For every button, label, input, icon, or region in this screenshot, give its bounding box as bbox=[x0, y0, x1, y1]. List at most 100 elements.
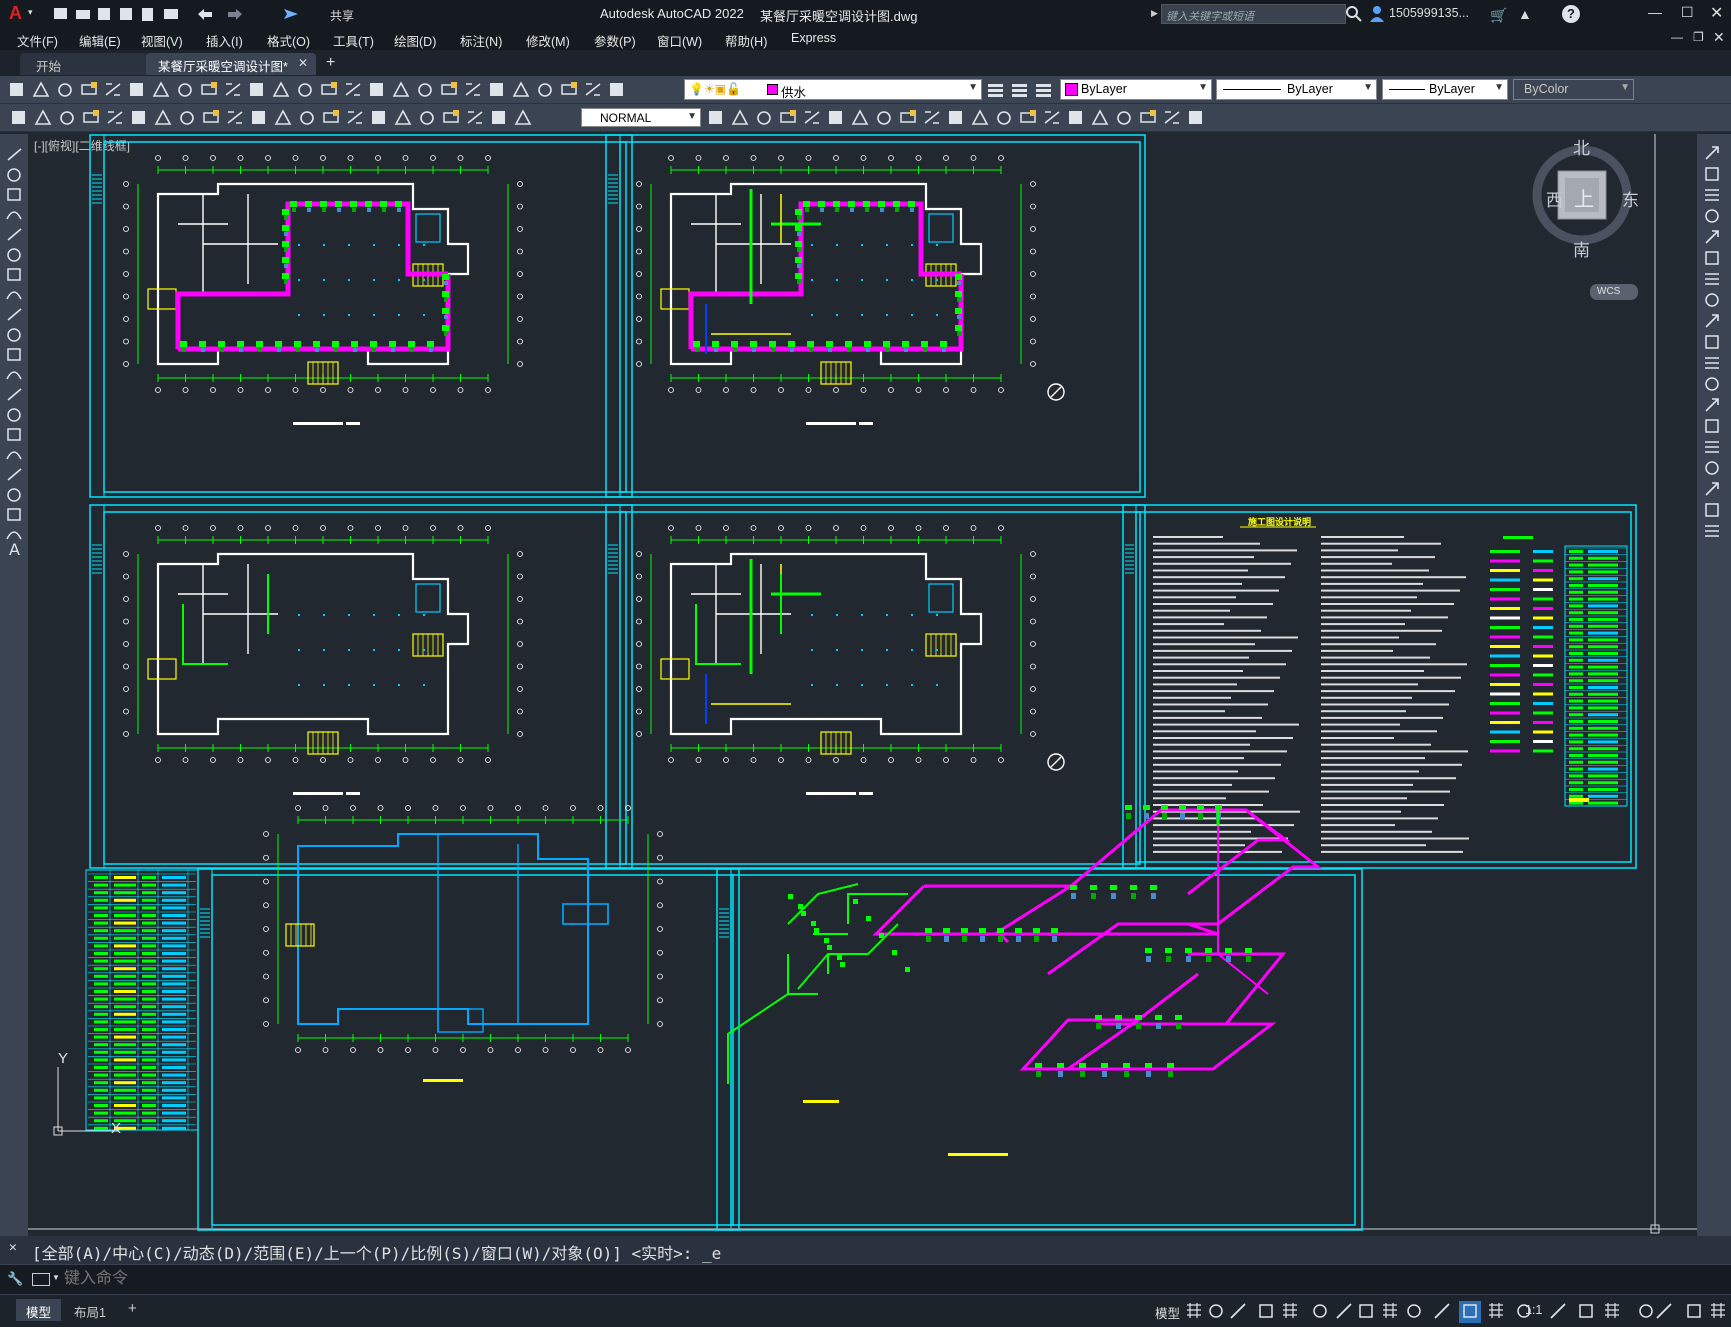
modify-tool-12-icon[interactable] bbox=[1705, 377, 1719, 391]
status-toggle-20-icon[interactable] bbox=[1687, 1304, 1701, 1318]
view-tool-10-icon[interactable] bbox=[924, 111, 940, 124]
plotstyle-dropdown[interactable]: ByColor ▼ bbox=[1513, 79, 1634, 100]
std-tool-15-icon[interactable] bbox=[345, 83, 361, 96]
dim-tool-15-icon[interactable] bbox=[347, 111, 363, 124]
dim-tool-7-icon[interactable] bbox=[154, 109, 172, 125]
dim-tool-18-icon[interactable] bbox=[420, 111, 434, 125]
dim-tool-19-icon[interactable] bbox=[443, 110, 459, 123]
linetype-dropdown[interactable]: ByLayer ▼ bbox=[1216, 79, 1377, 100]
std-tool-12-icon[interactable] bbox=[272, 81, 290, 97]
dim-tool-11-icon[interactable] bbox=[252, 111, 265, 124]
dim-tool-16-icon[interactable] bbox=[372, 111, 385, 124]
std-tool-19-icon[interactable] bbox=[441, 82, 457, 95]
std-tool-23-icon[interactable] bbox=[538, 83, 552, 97]
draw-tool-9-icon[interactable] bbox=[7, 308, 22, 321]
menu-view[interactable]: 视图(V) bbox=[141, 31, 183, 50]
command-input[interactable] bbox=[64, 1267, 1714, 1291]
view-tool-15-icon[interactable] bbox=[1044, 111, 1060, 124]
modify-tool-13-icon[interactable] bbox=[1705, 398, 1719, 412]
std-tool-14-icon[interactable] bbox=[321, 82, 337, 95]
dim-tool-2-icon[interactable] bbox=[34, 109, 52, 125]
view-tool-4-icon[interactable] bbox=[780, 110, 796, 123]
menu-insert[interactable]: 插入(I) bbox=[206, 31, 243, 50]
status-toggle-4-icon[interactable] bbox=[1259, 1304, 1273, 1318]
window-restore-icon[interactable]: ❐ bbox=[1693, 30, 1704, 44]
std-tool-20-icon[interactable] bbox=[465, 83, 481, 96]
draw-tool-2-icon[interactable] bbox=[7, 168, 21, 182]
menu-help[interactable]: 帮助(H) bbox=[725, 31, 767, 50]
window-close-icon[interactable]: ✕ bbox=[1713, 29, 1725, 46]
dim-tool-13-icon[interactable] bbox=[300, 111, 314, 125]
model-space-button[interactable]: 模型 bbox=[1155, 1303, 1180, 1322]
autodesk-a360-icon[interactable]: ▲ bbox=[1518, 6, 1532, 22]
std-tool-24-icon[interactable] bbox=[561, 82, 577, 95]
std-tool-11-icon[interactable] bbox=[250, 83, 263, 96]
modify-tool-10-icon[interactable] bbox=[1705, 335, 1719, 349]
status-toggle-9-icon[interactable] bbox=[1383, 1303, 1397, 1318]
view-tool-7-icon[interactable] bbox=[851, 109, 869, 125]
dim-tool-1-icon[interactable] bbox=[12, 111, 25, 124]
status-toggle-1-icon[interactable] bbox=[1187, 1303, 1201, 1318]
lineweight-dropdown[interactable]: ByLayer ▼ bbox=[1382, 79, 1508, 100]
viewcube-south[interactable]: 南 bbox=[1573, 236, 1590, 261]
view-tool-14-icon[interactable] bbox=[1020, 110, 1036, 123]
status-toggle-11-icon[interactable] bbox=[1434, 1303, 1450, 1319]
view-tool-11-icon[interactable] bbox=[949, 111, 962, 124]
viewcube-west[interactable]: 西 bbox=[1546, 186, 1563, 211]
modify-tool-15-icon[interactable] bbox=[1705, 441, 1719, 453]
std-tool-4-icon[interactable] bbox=[81, 82, 97, 95]
menu-tools[interactable]: 工具(T) bbox=[333, 31, 374, 50]
modify-tool-19-icon[interactable] bbox=[1705, 525, 1719, 537]
draw-tool-16-icon[interactable] bbox=[6, 451, 22, 460]
menu-express[interactable]: Express bbox=[791, 31, 836, 45]
cart-icon[interactable]: 🛒 bbox=[1490, 7, 1507, 24]
close-icon[interactable]: ✕ bbox=[1710, 3, 1723, 23]
modify-tool-14-icon[interactable] bbox=[1705, 419, 1719, 433]
dim-tool-12-icon[interactable] bbox=[274, 109, 292, 125]
app-logo[interactable]: A bbox=[9, 3, 22, 24]
std-tool-6-icon[interactable] bbox=[130, 83, 143, 96]
draw-tool-1-icon[interactable] bbox=[7, 148, 22, 161]
draw-tool-4-icon[interactable] bbox=[6, 211, 22, 220]
modify-tool-11-icon[interactable] bbox=[1705, 357, 1719, 369]
app-menu-arrow-icon[interactable]: ▾ bbox=[28, 7, 33, 18]
annotation-scale[interactable]: 1:1 bbox=[1525, 1303, 1542, 1317]
user-name[interactable]: 1505999135... bbox=[1389, 6, 1469, 20]
dim-tool-17-icon[interactable] bbox=[394, 109, 412, 125]
menu-window[interactable]: 窗口(W) bbox=[657, 31, 702, 50]
view-tool-16-icon[interactable] bbox=[1069, 111, 1082, 124]
wcs-menu[interactable]: WCS bbox=[1590, 284, 1638, 300]
std-tool-1-icon[interactable] bbox=[10, 83, 23, 96]
modify-tool-18-icon[interactable] bbox=[1705, 503, 1719, 517]
std-tool-10-icon[interactable] bbox=[225, 83, 241, 96]
std-tool-3-icon[interactable] bbox=[58, 83, 72, 97]
std-tool-18-icon[interactable] bbox=[418, 83, 432, 97]
draw-tool-14-icon[interactable] bbox=[7, 408, 21, 422]
status-toggle-8-icon[interactable] bbox=[1359, 1304, 1373, 1318]
status-toggle-16-icon[interactable] bbox=[1579, 1304, 1593, 1318]
status-toggle-17-icon[interactable] bbox=[1605, 1303, 1619, 1318]
minimize-icon[interactable]: — bbox=[1648, 4, 1662, 20]
menu-format[interactable]: 格式(O) bbox=[267, 31, 310, 50]
draw-tool-6-icon[interactable] bbox=[7, 248, 21, 262]
menu-parametric[interactable]: 参数(P) bbox=[594, 31, 636, 50]
view-tool-2-icon[interactable] bbox=[731, 109, 749, 125]
view-tool-1-icon[interactable] bbox=[709, 111, 722, 124]
menu-draw[interactable]: 绘图(D) bbox=[394, 31, 436, 50]
modify-tool-3-icon[interactable] bbox=[1705, 189, 1719, 201]
draw-tool-11-icon[interactable] bbox=[7, 348, 21, 361]
status-toggle-12-icon[interactable] bbox=[1459, 1301, 1481, 1323]
std-tool-26-icon[interactable] bbox=[610, 83, 623, 96]
tab-start[interactable]: 开始 bbox=[20, 53, 148, 75]
view-tool-20-icon[interactable] bbox=[1164, 111, 1180, 124]
std-tool-5-icon[interactable] bbox=[105, 83, 121, 96]
modify-tool-4-icon[interactable] bbox=[1705, 209, 1719, 223]
color-dropdown[interactable]: ByLayer ▼ bbox=[1060, 79, 1212, 100]
std-tool-17-icon[interactable] bbox=[392, 81, 410, 97]
modify-tool-1-icon[interactable] bbox=[1705, 146, 1719, 160]
status-toggle-10-icon[interactable] bbox=[1407, 1304, 1421, 1318]
modify-tool-16-icon[interactable] bbox=[1705, 461, 1719, 475]
status-toggle-13-icon[interactable] bbox=[1489, 1303, 1503, 1318]
menu-dimension[interactable]: 标注(N) bbox=[460, 31, 502, 50]
status-toggle-6-icon[interactable] bbox=[1313, 1304, 1327, 1318]
